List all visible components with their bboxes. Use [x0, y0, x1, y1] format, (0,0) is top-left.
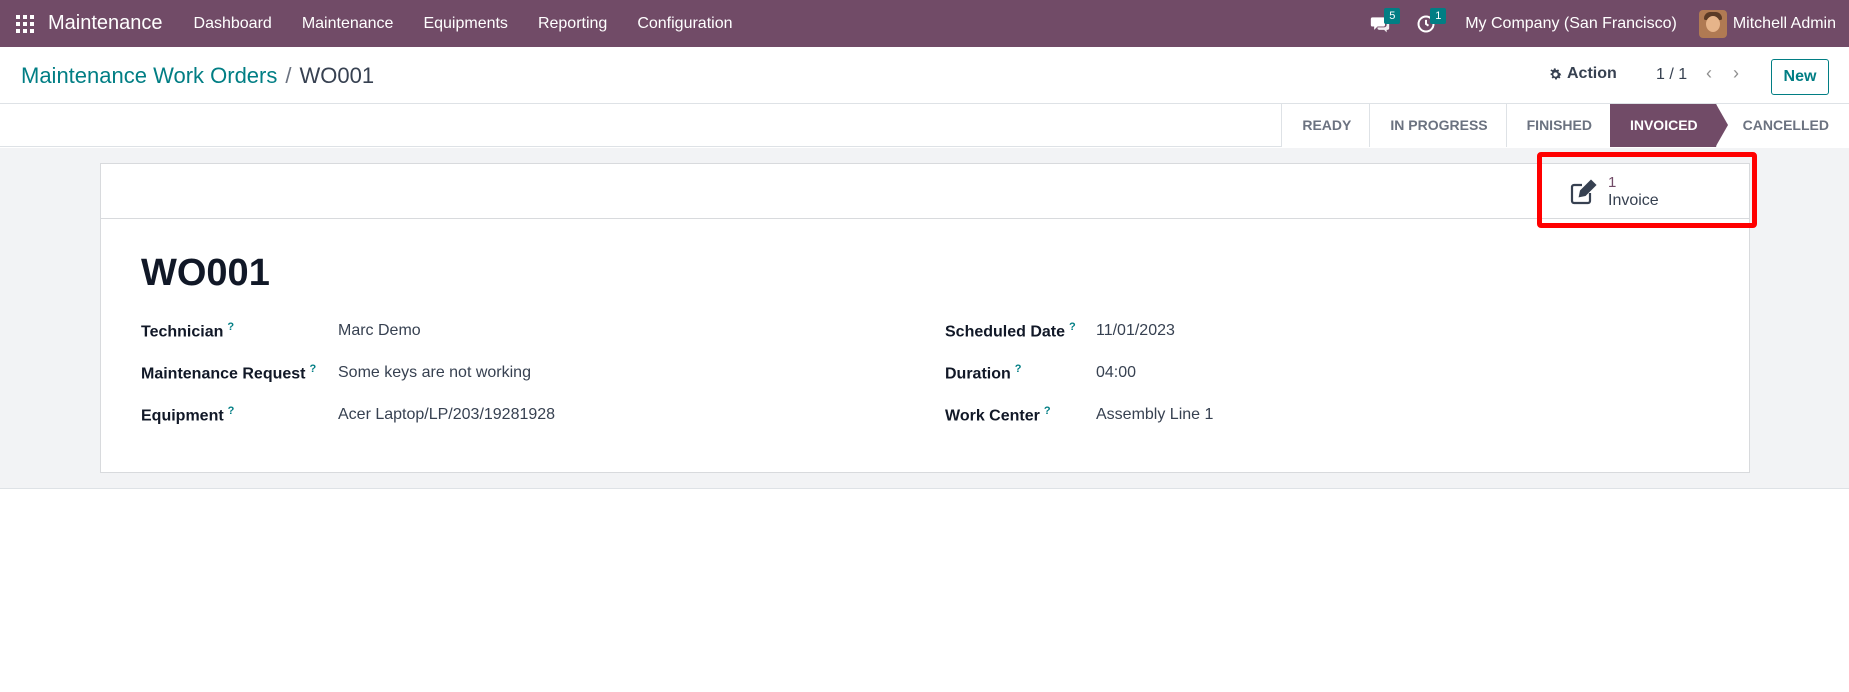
highlight-box — [1537, 152, 1757, 228]
technician-label: Technician? — [141, 321, 235, 341]
chevron-right-icon[interactable]: › — [1726, 62, 1746, 84]
technician-value[interactable]: Marc Demo — [338, 322, 421, 340]
breadcrumb: Maintenance Work Orders / WO001 — [21, 63, 374, 89]
work-center-label: Work Center? — [945, 405, 1051, 425]
messages-button[interactable]: 5 — [1357, 0, 1403, 47]
smart-button-box: 1 Invoice — [101, 164, 1749, 219]
equipment-value[interactable]: Acer Laptop/LP/203/19281928 — [338, 406, 555, 424]
duration-label: Duration? — [945, 363, 1022, 383]
gear-icon — [1550, 67, 1562, 79]
control-panel: Maintenance Work Orders / WO001 Action 1… — [0, 47, 1849, 104]
messages-badge: 5 — [1384, 8, 1401, 24]
action-label: Action — [1567, 65, 1617, 82]
company-switcher[interactable]: My Company (San Francisco) — [1465, 15, 1677, 33]
status-ready[interactable]: READY — [1281, 104, 1370, 147]
top-navbar: Maintenance Dashboard Maintenance Equipm… — [0, 0, 1849, 47]
action-button[interactable]: Action — [1548, 65, 1617, 83]
scheduled-date-label: Scheduled Date? — [945, 321, 1076, 341]
field-scheduled-date: Scheduled Date? — [945, 321, 1076, 341]
field-work-center: Work Center? — [945, 405, 1051, 425]
work-center-value[interactable]: Assembly Line 1 — [1096, 406, 1213, 424]
status-in-progress[interactable]: IN PROGRESS — [1369, 104, 1506, 147]
record-title: WO001 — [141, 252, 270, 294]
field-technician: Technician? — [141, 321, 234, 341]
help-icon[interactable]: ? — [228, 405, 235, 417]
menu-equipments[interactable]: Equipments — [408, 0, 523, 47]
help-icon[interactable]: ? — [1044, 405, 1051, 417]
status-cancelled[interactable]: CANCELLED — [1715, 104, 1849, 147]
activities-badge: 1 — [1430, 8, 1447, 24]
equipment-label: Equipment? — [141, 405, 235, 425]
user-avatar[interactable] — [1698, 9, 1727, 38]
menu-configuration[interactable]: Configuration — [622, 0, 747, 47]
main-menu: Dashboard Maintenance Equipments Reporti… — [179, 0, 748, 47]
menu-dashboard[interactable]: Dashboard — [179, 0, 287, 47]
field-duration: Duration? — [945, 363, 1022, 383]
maintenance-request-label: Maintenance Request? — [141, 363, 317, 383]
new-button[interactable]: New — [1771, 59, 1829, 95]
breadcrumb-parent[interactable]: Maintenance Work Orders — [21, 63, 277, 89]
app-name[interactable]: Maintenance — [48, 12, 163, 35]
help-icon[interactable]: ? — [309, 363, 316, 375]
menu-reporting[interactable]: Reporting — [523, 0, 622, 47]
apps-menu-icon[interactable] — [13, 12, 37, 36]
scheduled-date-value[interactable]: 11/01/2023 — [1096, 322, 1175, 340]
activities-button[interactable]: 1 — [1403, 0, 1449, 47]
breadcrumb-separator: / — [285, 63, 292, 88]
pager-value[interactable]: 1 / 1 — [1656, 66, 1687, 84]
field-maintenance-request: Maintenance Request? — [141, 363, 316, 383]
help-icon[interactable]: ? — [1069, 321, 1076, 333]
menu-maintenance[interactable]: Maintenance — [287, 0, 409, 47]
help-icon[interactable]: ? — [1015, 363, 1022, 375]
chevron-left-icon[interactable]: ‹ — [1699, 62, 1719, 84]
status-finished[interactable]: FINISHED — [1505, 104, 1610, 147]
duration-value[interactable]: 04:00 — [1096, 364, 1136, 382]
field-equipment: Equipment? — [141, 405, 234, 425]
breadcrumb-current: WO001 — [299, 63, 375, 88]
form-sheet: 1 Invoice WO001 Technician? Marc Demo Ma… — [100, 163, 1750, 473]
user-menu[interactable]: Mitchell Admin — [1733, 15, 1836, 33]
help-icon[interactable]: ? — [227, 321, 234, 333]
status-bar: READY IN PROGRESS FINISHED INVOICED CANC… — [0, 104, 1849, 147]
maintenance-request-value[interactable]: Some keys are not working — [338, 364, 531, 382]
status-invoiced[interactable]: INVOICED — [1609, 104, 1728, 147]
